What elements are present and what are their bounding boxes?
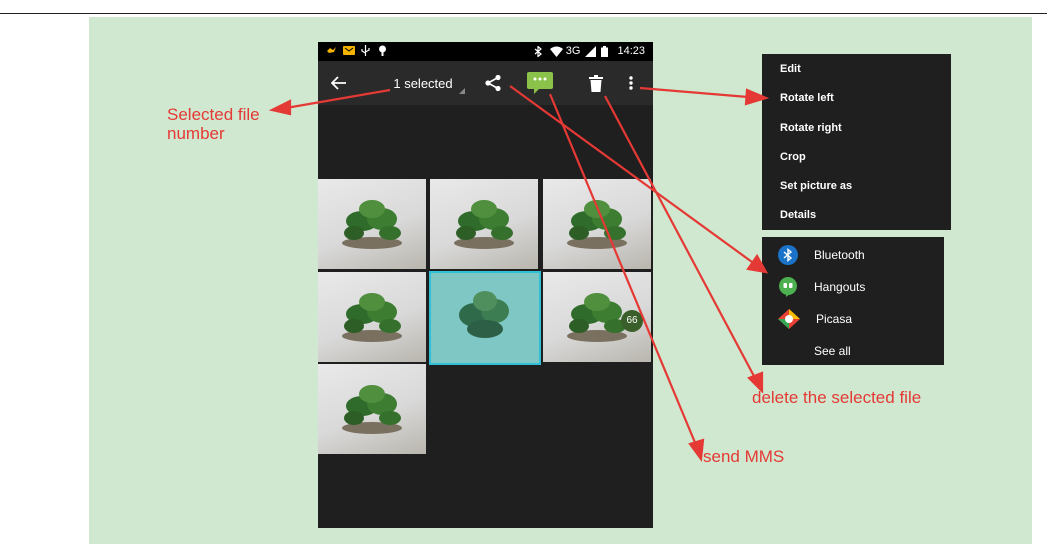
arrow-to-delete — [604, 95, 756, 379]
annotation-arrows — [268, 85, 770, 462]
arrowhead-overflow-menu — [744, 88, 770, 106]
arrow-to-selected-number — [285, 88, 391, 110]
arrowhead-selected-number — [268, 99, 292, 116]
arrowhead-send-mms — [688, 438, 705, 462]
arrow-to-share-menu — [509, 85, 753, 263]
arrowhead-delete — [747, 371, 764, 394]
arrowhead-share-menu — [746, 253, 769, 274]
arrow-to-overflow-menu — [639, 86, 749, 99]
arrow-to-send-mms — [548, 93, 698, 446]
